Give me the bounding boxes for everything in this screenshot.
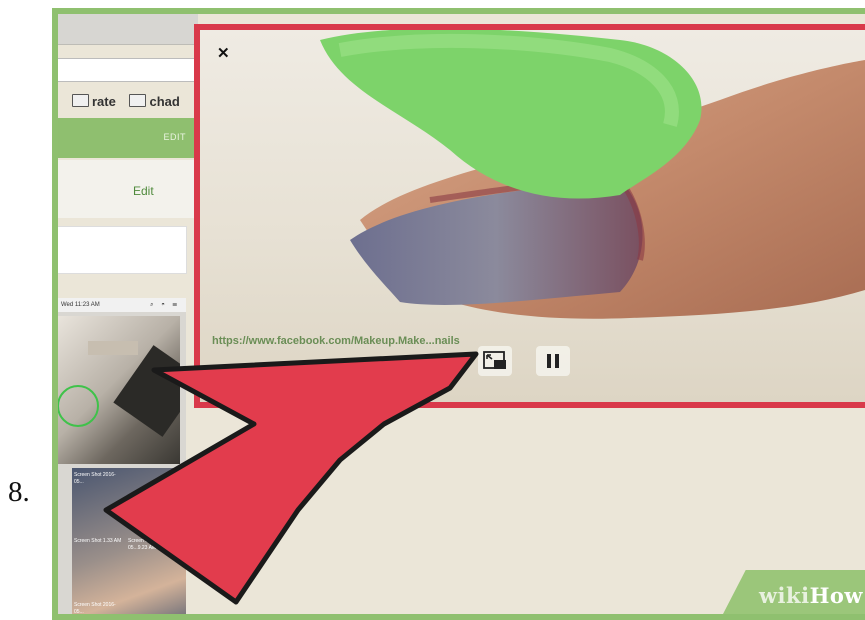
picture-in-picture-window[interactable]: ✕ https://www.facebook.com/Makeup.Make..…	[194, 24, 865, 408]
desktop-file-tile[interactable]: Screen Shot 1.33 AM	[74, 538, 122, 566]
screen: rate chad EDIT Edit Wed 11:23 AM ⌕ ◓ ☰ S…	[58, 14, 865, 614]
edit-link[interactable]: Edit	[133, 184, 154, 198]
close-icon[interactable]: ✕	[217, 44, 230, 62]
address-bar[interactable]	[58, 58, 199, 82]
table-header: EDIT	[58, 118, 198, 158]
exit-picture-in-picture-icon	[483, 351, 506, 369]
edit-column-header: EDIT	[163, 132, 186, 142]
menubar-clock: Wed 11:23 AM	[61, 302, 100, 308]
pause-button[interactable]	[536, 346, 570, 376]
desktop-file-tile[interactable]: Screen Shot 2016-05...9.23 AM	[128, 538, 176, 566]
menu-bar: Wed 11:23 AM ⌕ ◓ ☰	[58, 298, 186, 312]
wikihow-logo: wikiHow	[758, 583, 863, 608]
desktop-file-tile[interactable]: Screen Shot 2016-05...	[74, 472, 122, 500]
pause-icon	[547, 354, 559, 368]
browser-toolbar	[58, 14, 198, 45]
exit-pip-button[interactable]	[478, 346, 512, 376]
menubar-icons: ⌕ ◓ ☰	[150, 302, 180, 308]
desktop-file-tile[interactable]: Screen Shot 2016-05...	[74, 602, 122, 614]
video-url-overlay: https://www.facebook.com/Makeup.Make...n…	[212, 335, 460, 347]
desktop-thumbnail: Wed 11:23 AM ⌕ ◓ ☰ Screen Shot 2016-05..…	[58, 298, 203, 614]
bookmark-rate[interactable]: rate	[72, 94, 116, 109]
video-thumbnail-image	[58, 316, 203, 464]
step-number: 8.	[8, 476, 30, 508]
camera-photo-illustration	[58, 341, 203, 437]
bookmarks-bar: rate chad	[72, 94, 190, 109]
desktop-wallpaper: Screen Shot 2016-05... Screen Shot 2016-…	[72, 468, 186, 614]
bookmark-chad[interactable]: chad	[129, 94, 180, 109]
folder-icon	[72, 94, 89, 107]
screenshot-frame: rate chad EDIT Edit Wed 11:23 AM ⌕ ◓ ☰ S…	[52, 8, 865, 620]
content-box	[58, 226, 187, 274]
table-row	[58, 160, 198, 218]
folder-icon	[129, 94, 147, 107]
